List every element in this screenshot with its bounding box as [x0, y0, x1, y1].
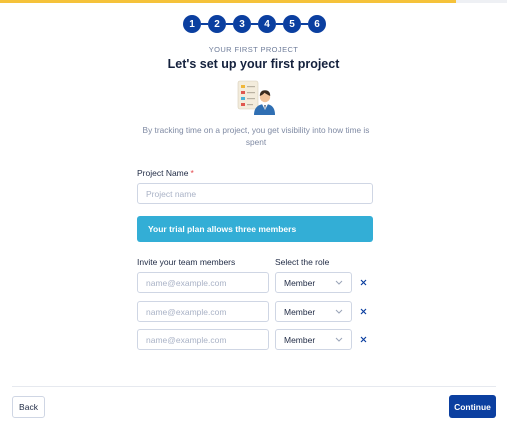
- chevron-down-icon: [335, 337, 343, 342]
- chevron-down-icon: [335, 280, 343, 285]
- member-email-input-1[interactable]: [137, 272, 269, 293]
- remove-member-button-2[interactable]: [357, 305, 369, 317]
- step-connector: [301, 23, 308, 25]
- step-5: 5: [283, 15, 301, 33]
- top-progress-bar: [0, 0, 507, 3]
- step-connector: [276, 23, 283, 25]
- remove-member-button-3[interactable]: [357, 333, 369, 345]
- member-email-input-2[interactable]: [137, 301, 269, 322]
- invite-members-label: Invite your team members: [137, 257, 236, 267]
- top-progress-fill: [0, 0, 457, 3]
- page-subtitle: By tracking time on a project, you get v…: [142, 125, 370, 147]
- remove-member-button-1[interactable]: [357, 276, 369, 288]
- page-title: Let's set up your first project: [167, 57, 340, 71]
- member-role-value: Member: [284, 334, 316, 345]
- member-role-value: Member: [284, 277, 316, 288]
- back-button[interactable]: Back: [12, 396, 45, 418]
- continue-button[interactable]: Continue: [449, 395, 496, 418]
- step-6: 6: [308, 15, 326, 33]
- step-1: 1: [183, 15, 201, 33]
- member-role-select-1[interactable]: Member: [275, 272, 352, 293]
- member-role-select-3[interactable]: Member: [275, 329, 352, 350]
- chevron-down-icon: [335, 309, 343, 314]
- close-icon: [360, 279, 366, 285]
- project-name-input[interactable]: [137, 183, 373, 204]
- footer-divider: [12, 386, 496, 387]
- step-3: 3: [233, 15, 251, 33]
- member-role-select-2[interactable]: Member: [275, 301, 352, 322]
- close-icon: [360, 336, 366, 342]
- project-name-label: Project Name *: [137, 168, 194, 178]
- project-name-label-text: Project Name: [137, 168, 189, 178]
- section-eyebrow: YOUR FIRST PROJECT: [208, 45, 299, 54]
- required-marker: *: [190, 168, 194, 178]
- member-role-value: Member: [284, 306, 316, 317]
- trial-plan-banner: Your trial plan allows three members: [137, 216, 373, 242]
- project-board-illustration: [236, 79, 276, 115]
- close-icon: [360, 308, 366, 314]
- step-connector: [226, 23, 233, 25]
- step-indicator: 1 2 3 4 5 6: [183, 15, 326, 33]
- trial-plan-banner-text: Your trial plan allows three members: [148, 224, 297, 234]
- step-connector: [201, 23, 208, 25]
- select-role-label: Select the role: [275, 257, 330, 267]
- member-email-input-3[interactable]: [137, 329, 269, 350]
- step-connector: [251, 23, 258, 25]
- step-4: 4: [258, 15, 276, 33]
- step-2: 2: [208, 15, 226, 33]
